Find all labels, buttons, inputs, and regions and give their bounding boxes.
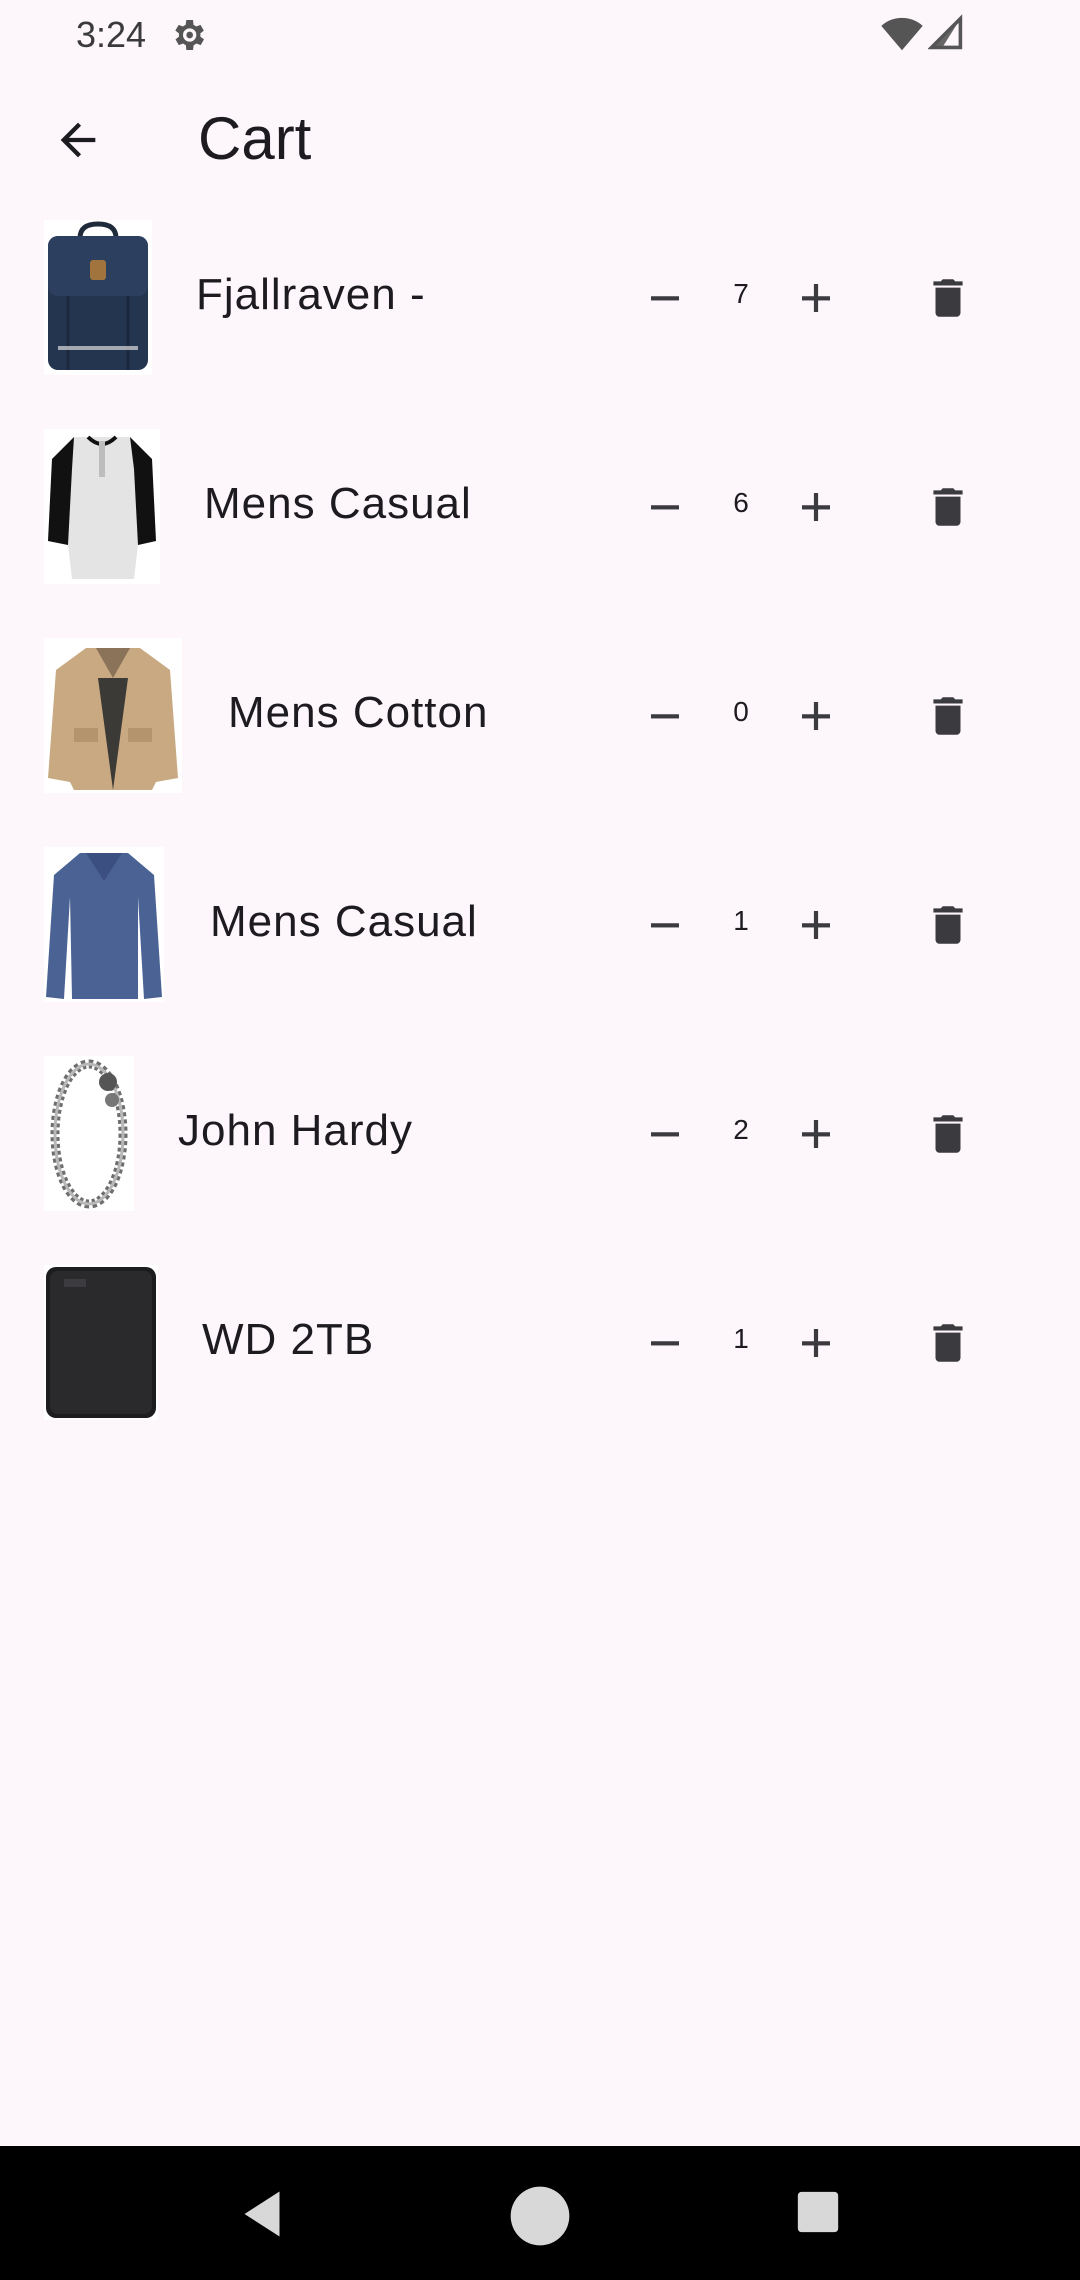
- trash-icon: [933, 697, 963, 735]
- cotton-jacket-image: [44, 638, 182, 793]
- minus-icon: [651, 1132, 679, 1137]
- raglan-shirt-image: [44, 429, 160, 584]
- delete-button[interactable]: [910, 887, 986, 963]
- cart-item: WD 2TB 1: [0, 1255, 1080, 1464]
- item-name: Fjallraven -: [196, 270, 426, 319]
- cart-item: Mens Casual 1: [0, 837, 1080, 1046]
- increase-quantity-button[interactable]: [778, 887, 854, 963]
- quantity-value: 6: [733, 487, 749, 518]
- item-name: Mens Casual: [210, 897, 478, 946]
- trash-icon: [933, 279, 963, 317]
- cart-item: Mens Casual 6: [0, 419, 1080, 628]
- minus-icon: [651, 505, 679, 510]
- decrease-quantity-button[interactable]: [627, 260, 703, 336]
- plus-icon: [802, 284, 830, 312]
- nav-recents-icon[interactable]: [796, 2190, 840, 2234]
- increase-quantity-button[interactable]: [778, 260, 854, 336]
- quantity-value: 0: [733, 696, 749, 727]
- minus-icon: [651, 1341, 679, 1346]
- system-nav-bar: [0, 2146, 1080, 2280]
- blue-longsleeve-image: [44, 847, 164, 1002]
- delete-button[interactable]: [910, 1305, 986, 1381]
- page-title: Cart: [198, 105, 312, 172]
- decrease-quantity-button[interactable]: [627, 1096, 703, 1172]
- trash-icon: [933, 1115, 963, 1153]
- delete-button[interactable]: [910, 469, 986, 545]
- gear-icon: [175, 20, 204, 50]
- nav-back-icon[interactable]: [232, 2184, 292, 2244]
- minus-icon: [651, 714, 679, 719]
- minus-icon: [651, 923, 679, 928]
- increase-quantity-button[interactable]: [778, 1305, 854, 1381]
- item-name: John Hardy: [178, 1106, 414, 1155]
- item-name: Mens Cotton: [228, 688, 489, 737]
- delete-button[interactable]: [910, 260, 986, 336]
- minus-icon: [651, 296, 679, 301]
- signal-icon: [928, 14, 963, 50]
- plus-icon: [802, 493, 830, 521]
- trash-icon: [933, 488, 963, 526]
- cart-list: Fjallraven - 7 Mens Casual 6 Mens Cotton…: [0, 210, 1080, 1464]
- status-time: 3:24: [76, 14, 147, 55]
- plus-icon: [802, 1329, 830, 1357]
- trash-icon: [933, 1324, 963, 1362]
- nav-home-icon[interactable]: [508, 2184, 572, 2248]
- increase-quantity-button[interactable]: [778, 469, 854, 545]
- quantity-value: 7: [733, 278, 749, 309]
- delete-button[interactable]: [910, 1096, 986, 1172]
- increase-quantity-button[interactable]: [778, 678, 854, 754]
- quantity-value: 2: [733, 1114, 749, 1145]
- backpack-image: [44, 220, 152, 375]
- silver-bracelet-image: [44, 1056, 134, 1211]
- wifi-icon: [881, 17, 923, 51]
- cart-item: Mens Cotton 0: [0, 628, 1080, 837]
- plus-icon: [802, 1120, 830, 1148]
- decrease-quantity-button[interactable]: [627, 1305, 703, 1381]
- back-button[interactable]: [40, 102, 116, 178]
- plus-icon: [802, 702, 830, 730]
- item-name: Mens Casual: [204, 479, 472, 528]
- arrow-back-icon: [60, 122, 96, 158]
- app-bar: Cart: [0, 80, 1080, 200]
- hard-drive-image: [44, 1265, 158, 1420]
- item-name: WD 2TB: [202, 1315, 375, 1364]
- cart-item: John Hardy 2: [0, 1046, 1080, 1255]
- trash-icon: [933, 906, 963, 944]
- quantity-value: 1: [733, 1323, 749, 1354]
- quantity-value: 1: [733, 905, 749, 936]
- decrease-quantity-button[interactable]: [627, 678, 703, 754]
- status-bar: 3:24: [0, 0, 1080, 70]
- delete-button[interactable]: [910, 678, 986, 754]
- increase-quantity-button[interactable]: [778, 1096, 854, 1172]
- plus-icon: [802, 911, 830, 939]
- decrease-quantity-button[interactable]: [627, 469, 703, 545]
- cart-item: Fjallraven - 7: [0, 210, 1080, 419]
- decrease-quantity-button[interactable]: [627, 887, 703, 963]
